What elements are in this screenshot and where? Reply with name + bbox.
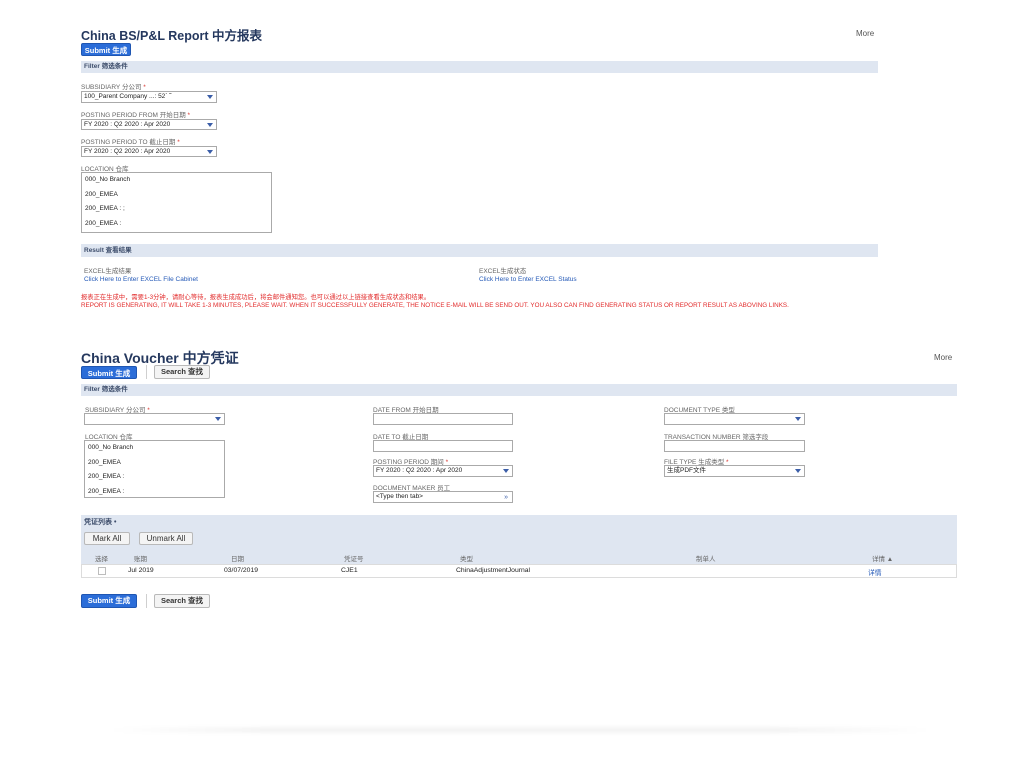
chevron-down-icon bbox=[207, 149, 213, 154]
voucher-submit-button[interactable]: Submit 生成 bbox=[81, 366, 137, 379]
report-title: China BS/P&L Report 中方报表 bbox=[81, 29, 263, 43]
location-multiselect[interactable]: 000_No Branch 200_EMEA 200_EMEA : ; 200_… bbox=[81, 172, 272, 233]
page-bottom-shadow bbox=[110, 728, 930, 732]
voucher-location-multiselect[interactable]: 000_No Branch 200_EMEA 200_EMEA : 200_EM… bbox=[84, 440, 225, 498]
report-filter-header: Filter 筛选条件 bbox=[81, 61, 878, 73]
column-header-period[interactable]: 账期 bbox=[134, 553, 147, 563]
bottom-submit-button[interactable]: Submit 生成 bbox=[81, 594, 137, 608]
location-option[interactable]: 200_EMEA : bbox=[85, 470, 224, 485]
cell-number: CJE1 bbox=[341, 567, 358, 574]
column-header-date[interactable]: 日期 bbox=[231, 553, 244, 563]
location-option[interactable]: 000_No Branch bbox=[82, 173, 271, 188]
bottom-search-button[interactable]: Search 查找 bbox=[154, 594, 210, 608]
location-option[interactable]: 000_No Branch bbox=[85, 441, 224, 456]
report-more-link[interactable]: More bbox=[856, 29, 874, 38]
column-header-detail[interactable]: 详情 ▲ bbox=[872, 553, 893, 563]
period-from-select[interactable]: FY 2020 : Q2 2020 : Apr 2020 bbox=[81, 119, 217, 130]
doc-type-select[interactable] bbox=[664, 413, 805, 425]
chevron-down-icon bbox=[215, 417, 221, 421]
subsidiary-label: SUBSIDIARY 分公司 * bbox=[81, 84, 146, 91]
cell-date: 03/07/2019 bbox=[224, 567, 259, 574]
mark-all-button[interactable]: Mark All bbox=[84, 532, 130, 545]
txn-number-input[interactable] bbox=[664, 440, 805, 452]
column-header-number[interactable]: 凭证号 bbox=[344, 553, 364, 563]
location-option[interactable]: 200_EMEA : ; bbox=[82, 202, 271, 217]
chevron-down-icon bbox=[795, 417, 801, 421]
voucher-more-link[interactable]: More bbox=[934, 353, 952, 362]
excel-file-cabinet-link[interactable]: Click Here to Enter EXCEL File Cabinet bbox=[84, 276, 198, 283]
voucher-list-header: 凭证列表 • bbox=[84, 519, 117, 526]
file-type-select[interactable]: 生成PDF文件 bbox=[664, 465, 805, 477]
column-header-select: 选择 bbox=[95, 556, 108, 563]
column-header-maker[interactable]: 制单人 bbox=[696, 553, 716, 563]
excel-result-label: EXCEL生成结果 bbox=[84, 268, 132, 275]
voucher-list-panel bbox=[81, 515, 957, 565]
excel-status-link[interactable]: Click Here to Enter EXCEL Status bbox=[479, 276, 577, 283]
separator bbox=[146, 594, 147, 608]
location-option[interactable]: 200_EMEA : bbox=[82, 217, 271, 232]
excel-status-label: EXCEL生成状态 bbox=[479, 268, 527, 275]
generating-notice-cn: 报表正在生成中，需要1-3分钟，请耐心等待，报表生成成功后，将会邮件通知您。也可… bbox=[81, 294, 431, 301]
report-result-header: Result 查看结果 bbox=[81, 244, 878, 257]
chevron-down-icon bbox=[207, 122, 213, 127]
separator bbox=[146, 365, 147, 379]
detail-link[interactable]: 详情 bbox=[868, 567, 882, 577]
voucher-filter-header: Filter 筛选条件 bbox=[81, 384, 957, 396]
cell-period: Jul 2019 bbox=[128, 567, 154, 574]
voucher-search-button[interactable]: Search 查找 bbox=[154, 365, 210, 379]
column-header-type[interactable]: 类型 bbox=[460, 553, 473, 563]
chevron-down-icon bbox=[207, 95, 213, 99]
posting-period-select[interactable]: FY 2020 : Q2 2020 : Apr 2020 bbox=[373, 465, 513, 477]
period-to-label: POSTING PERIOD TO 截止日期 * bbox=[81, 139, 180, 146]
subsidiary-select[interactable]: 100_Parent Company ...: 52` ˜ bbox=[81, 91, 217, 103]
location-option[interactable]: 200_EMEA bbox=[82, 188, 271, 203]
doc-maker-input[interactable]: <Type then tab>» bbox=[373, 491, 513, 503]
location-option[interactable]: 200_EMEA : bbox=[85, 485, 224, 498]
generating-notice-en: REPORT IS GENERATING, IT WILL TAKE 1-3 M… bbox=[81, 302, 789, 309]
chevron-down-icon bbox=[795, 469, 801, 473]
date-to-input[interactable] bbox=[373, 440, 513, 452]
location-option[interactable]: 200_EMEA bbox=[85, 456, 224, 471]
period-from-label: POSTING PERIOD FROM 开始日期 * bbox=[81, 112, 191, 119]
unmark-all-button[interactable]: Unmark All bbox=[139, 532, 193, 545]
report-submit-button[interactable]: Submit 生成 bbox=[81, 43, 131, 56]
voucher-subsidiary-select[interactable] bbox=[84, 413, 225, 425]
period-to-select[interactable]: FY 2020 : Q2 2020 : Apr 2020 bbox=[81, 146, 217, 157]
row-checkbox[interactable] bbox=[98, 567, 106, 575]
date-from-input[interactable] bbox=[373, 413, 513, 425]
cell-type: ChinaAdjustmentJournal bbox=[456, 567, 531, 574]
chevron-down-icon bbox=[503, 469, 509, 473]
double-chevron-icon[interactable]: » bbox=[504, 493, 508, 502]
